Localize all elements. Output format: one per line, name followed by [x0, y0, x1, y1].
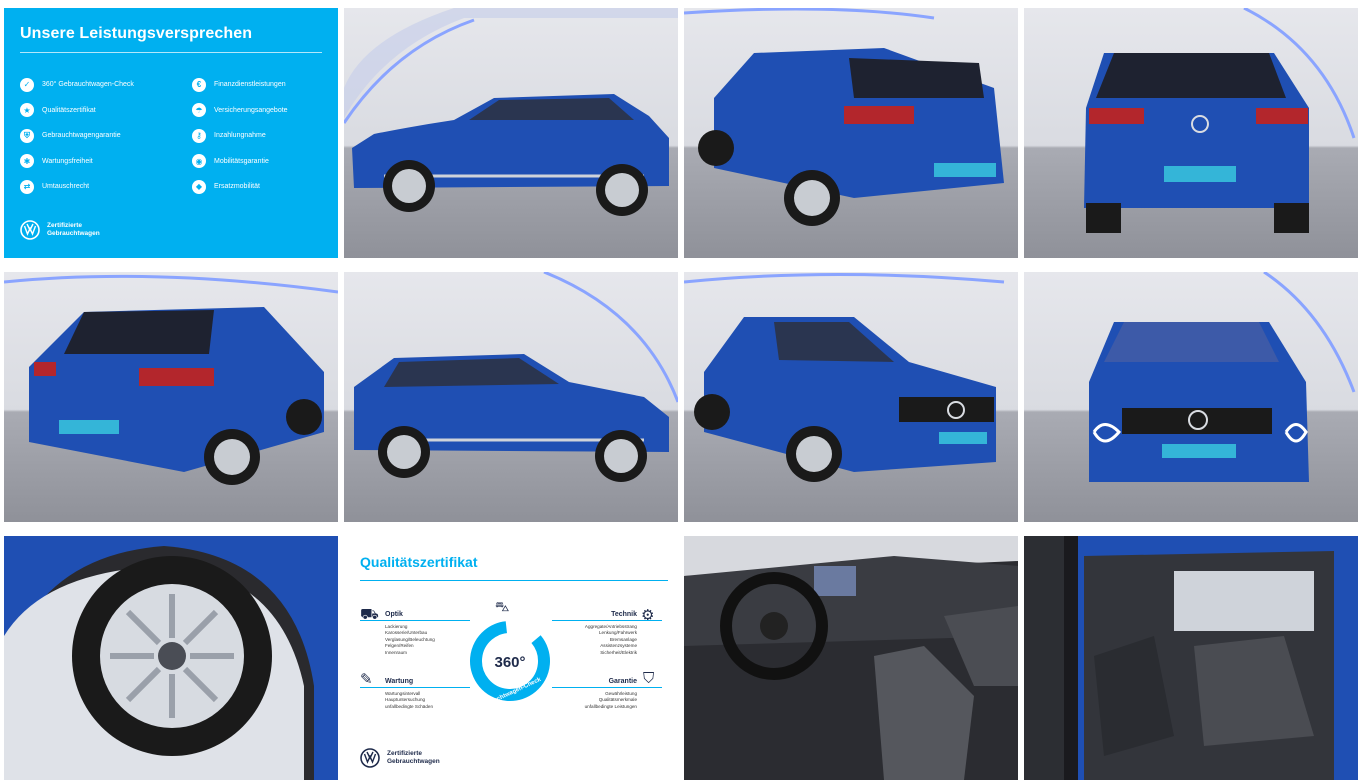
wheel-closeup-image	[4, 536, 338, 780]
promise-title: Unsere Leistungsversprechen	[20, 25, 253, 42]
car-side-left-image	[344, 8, 678, 216]
promise-item: ✱ Wartungsfreiheit	[20, 153, 170, 170]
car-front-left-image	[684, 273, 1005, 482]
car-rear-left-image	[684, 8, 1004, 226]
promise-item: ⇄ Umtauschrecht	[20, 178, 170, 195]
photo-front[interactable]	[1024, 272, 1358, 522]
car-rear-right-image	[4, 274, 338, 485]
photo-wheel[interactable]	[4, 536, 338, 780]
check-360-ring: 360° Gebrauchtwagen-Check	[470, 621, 550, 703]
car-rear-image	[1084, 8, 1356, 233]
photo-rear-left[interactable]	[684, 8, 1018, 258]
promise-item: ⚷ Inzahlungnahme	[192, 127, 338, 144]
promise-item: ◆ Ersatzmobilität	[192, 178, 338, 195]
car-icon: ◉	[192, 154, 206, 169]
interior-dashboard-image	[684, 536, 1018, 780]
shield-icon: ⛨	[20, 128, 34, 143]
euro-icon: €	[192, 77, 206, 92]
car-front-image	[1089, 272, 1356, 482]
promise-item: ⛨ Gebrauchtwagengarantie	[20, 127, 170, 144]
photo-front-left[interactable]	[684, 272, 1018, 522]
photo-interior-door[interactable]	[1024, 536, 1358, 780]
car-lift-icon: ⛍	[495, 598, 510, 614]
photo-rear[interactable]	[1024, 8, 1358, 258]
promise-item: ★ Qualitätszertifikat	[20, 102, 170, 119]
promise-item: ☂ Versicherungsangebote	[192, 102, 338, 119]
section-wartung: Wartung Wartungsintervall Hauptuntersuch…	[360, 678, 470, 710]
vw-certified-logo: Zertifizierte Gebrauchtwagen	[360, 748, 440, 768]
quality-certificate-tile[interactable]: Qualitätszertifikat ⛟ Optik Lackierung K…	[344, 536, 678, 780]
photo-interior-dashboard[interactable]	[684, 536, 1018, 780]
vw-logo-icon	[360, 748, 380, 768]
wrench-icon: ✱	[20, 154, 34, 169]
check-icon: ✓	[20, 77, 34, 92]
photo-side-left[interactable]	[344, 8, 678, 258]
check-360-number: 360°	[494, 654, 525, 671]
quality-divider	[360, 580, 668, 581]
vw-certified-logo: Zertifizierte Gebrauchtwagen	[20, 220, 100, 240]
section-technik: Technik Aggregate/Antriebsstrang Lenkung…	[552, 611, 662, 656]
promise-item: € Finanzdienstleistungen	[192, 76, 338, 93]
interior-door-image	[1024, 536, 1358, 780]
promise-tile[interactable]: Unsere Leistungsversprechen ✓ 360° Gebrau…	[4, 8, 338, 258]
certificate-icon: ★	[20, 103, 34, 118]
photo-rear-right[interactable]	[4, 272, 338, 522]
car-side-right-image	[354, 272, 678, 482]
section-optik: Optik Lackierung Karosserie/Unterbau Ver…	[360, 611, 470, 656]
key-icon: ⚷	[192, 128, 206, 143]
promise-divider	[20, 52, 322, 53]
promise-item: ◉ Mobilitätsgarantie	[192, 153, 338, 170]
promise-list-left: ✓ 360° Gebrauchtwagen-Check ★ Qualitätszer…	[20, 76, 170, 204]
quality-title: Qualitätszertifikat	[360, 554, 478, 570]
promise-list-right: € Finanzdienstleistungen ☂ Versicherungsan…	[192, 76, 338, 204]
exchange-icon: ⇄	[20, 179, 34, 194]
section-garantie: Garantie Gewährleistung Qualitätsmerkmal…	[552, 678, 662, 710]
promise-item: ✓ 360° Gebrauchtwagen-Check	[20, 76, 170, 93]
replacement-car-icon: ◆	[192, 179, 206, 194]
vw-logo-icon	[20, 220, 40, 240]
photo-side-right[interactable]	[344, 272, 678, 522]
umbrella-icon: ☂	[192, 103, 206, 118]
